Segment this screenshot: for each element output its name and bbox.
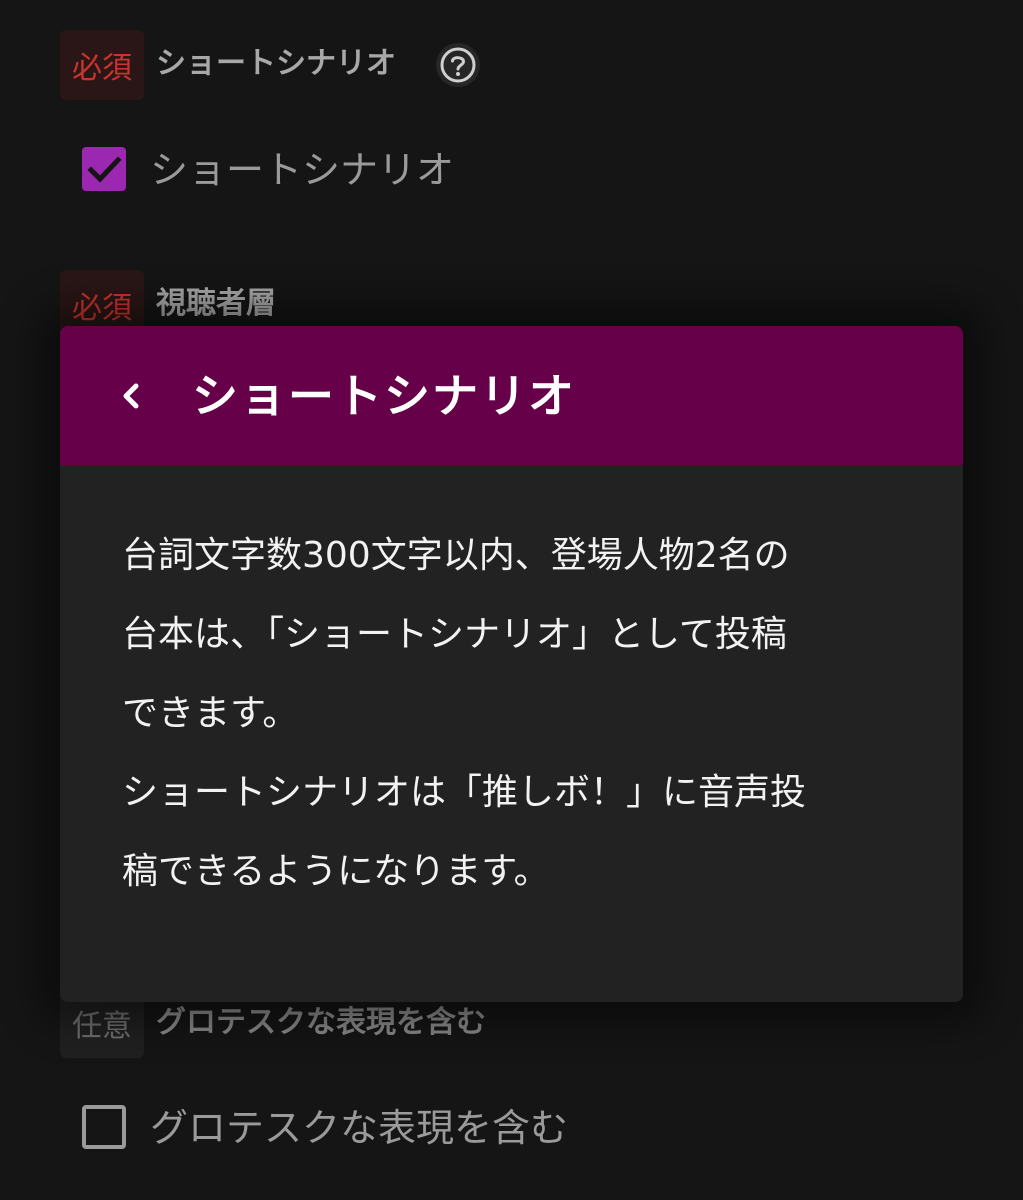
modal-body-line: ショートシナリオは「推しボ！」に音声投: [122, 772, 807, 813]
modal-body-line: 台本は、「ショートシナリオ」として投稿: [122, 614, 787, 655]
modal-title: ショートシナリオ: [192, 369, 576, 423]
short-scenario-checkbox[interactable]: [82, 147, 126, 191]
question-circle-icon[interactable]: [436, 43, 480, 87]
field-label-audience: 視聴者層: [156, 286, 276, 321]
modal-body: 台詞文字数300文字以内、登場人物2名の 台本は、「ショートシナリオ」として投稿…: [122, 516, 912, 911]
field-label-short-scenario: ショートシナリオ: [156, 46, 396, 81]
modal-body-line: 稿できるようになります。: [122, 851, 550, 892]
grotesque-checkbox-label[interactable]: グロテスクな表現を含む: [150, 1104, 568, 1152]
grotesque-checkbox[interactable]: [82, 1105, 126, 1149]
chevron-left-icon[interactable]: [112, 374, 152, 418]
short-scenario-checkbox-label[interactable]: ショートシナリオ: [150, 146, 454, 194]
modal-body-line: できます。: [122, 693, 299, 734]
field-label-grotesque: グロテスクな表現を含む: [156, 1005, 486, 1040]
required-badge: 必須: [60, 30, 144, 100]
modal-header: ショートシナリオ: [60, 326, 963, 465]
modal-body-line: 台詞文字数300文字以内、登場人物2名の: [122, 535, 790, 576]
help-modal: ショートシナリオ 台詞文字数300文字以内、登場人物2名の 台本は、「ショートシ…: [60, 326, 963, 1002]
checkmark-icon: [87, 156, 122, 183]
